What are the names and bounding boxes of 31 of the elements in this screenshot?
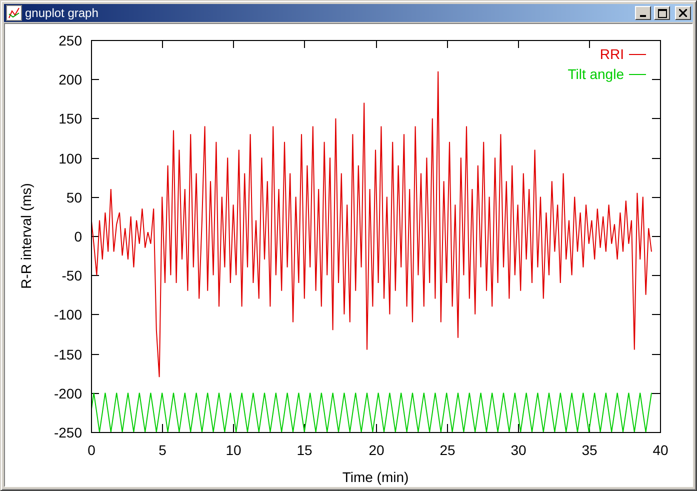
tick-label: 40 [652,442,668,458]
tick-label: -200 [54,386,82,402]
legend-label: RRI [600,46,624,62]
tick-label: 30 [510,442,526,458]
tick-label: 100 [58,150,82,166]
close-button[interactable] [675,6,691,20]
tick-label: 200 [58,72,82,88]
app-icon [6,5,22,21]
tick-label: 5 [158,442,166,458]
tick-label: -150 [54,346,82,362]
tick-label: 0 [74,228,82,244]
tick-label: -50 [62,268,82,284]
minimize-button[interactable] [635,6,651,20]
tick-label: 10 [226,442,242,458]
tick-label: -250 [54,424,82,440]
tick-label: 20 [368,442,384,458]
close-icon [679,9,687,17]
tick-label: 0 [88,442,96,458]
tick-label: 25 [440,442,456,458]
x-axis-label: Time (min) [342,469,409,485]
tick-label: 250 [58,32,82,48]
tick-label: -100 [54,306,82,322]
y-axis-label: R-R interval (ms) [18,183,34,289]
maximize-button[interactable] [654,6,670,20]
tick-label: 35 [582,442,598,458]
tick-label: 15 [296,442,312,458]
legend-label: Tilt angle [568,66,624,82]
maximize-icon [658,8,666,18]
tick-label: 50 [66,190,82,206]
tick-label: 150 [58,110,82,126]
window-title: gnuplot graph [25,6,100,20]
